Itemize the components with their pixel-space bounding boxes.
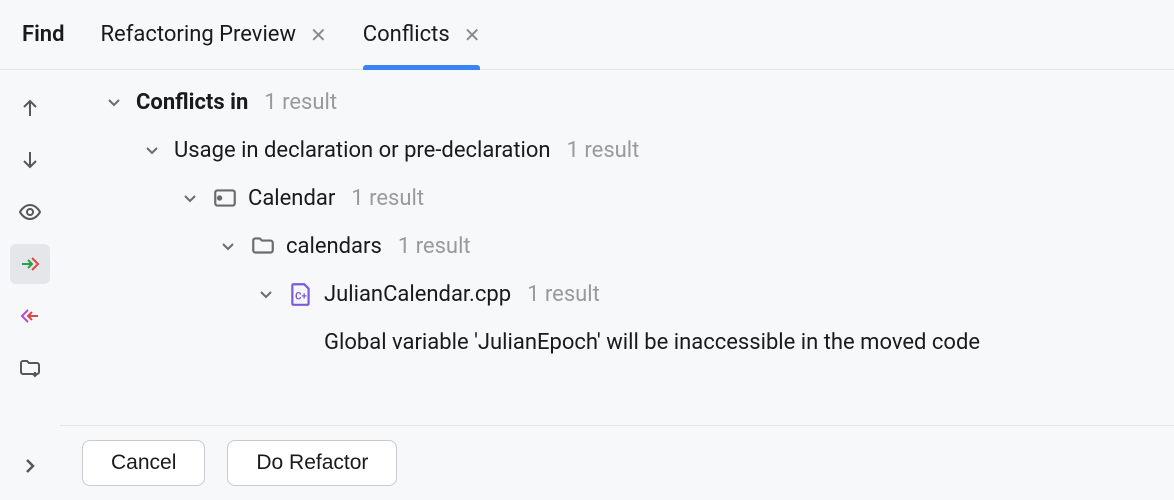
- tab-label: Find: [22, 22, 65, 47]
- main-area: Conflicts in 1 result Usage in declarati…: [0, 70, 1174, 500]
- arrow-up-icon[interactable]: [10, 88, 50, 128]
- chevron-down-icon[interactable]: [178, 190, 202, 206]
- tab-bar: Find Refactoring Preview ✕ Conflicts ✕: [0, 0, 1174, 70]
- tab-conflicts[interactable]: Conflicts ✕: [363, 0, 481, 69]
- result-count: 1 result: [527, 282, 600, 307]
- chevron-down-icon[interactable]: [102, 94, 126, 110]
- tree-file-node[interactable]: C+ JulianCalendar.cpp 1 result: [60, 270, 1166, 318]
- tab-label: Conflicts: [363, 22, 450, 47]
- expand-panel-icon[interactable]: [10, 446, 50, 486]
- import-icon[interactable]: [10, 244, 50, 284]
- footer-buttons: Cancel Do Refactor: [60, 425, 1174, 500]
- module-icon: [212, 185, 238, 211]
- tree-file-label: JulianCalendar.cpp: [324, 282, 511, 307]
- chevron-down-icon[interactable]: [216, 238, 240, 254]
- content-area: Conflicts in 1 result Usage in declarati…: [60, 70, 1174, 500]
- tree-folder-node[interactable]: calendars 1 result: [60, 222, 1166, 270]
- tree-root-label: Conflicts in: [136, 90, 248, 115]
- chevron-down-icon[interactable]: [254, 286, 278, 302]
- side-toolbar: [0, 70, 60, 500]
- conflict-tree: Conflicts in 1 result Usage in declarati…: [60, 78, 1174, 425]
- tree-root[interactable]: Conflicts in 1 result: [60, 78, 1166, 126]
- close-icon[interactable]: ✕: [310, 25, 327, 45]
- result-count: 1 result: [398, 234, 471, 259]
- result-count: 1 result: [264, 90, 337, 115]
- result-count: 1 result: [351, 186, 424, 211]
- folder-filter-icon[interactable]: [10, 348, 50, 388]
- arrow-down-icon[interactable]: [10, 140, 50, 180]
- tab-refactoring-preview[interactable]: Refactoring Preview ✕: [101, 0, 327, 69]
- close-icon[interactable]: ✕: [464, 25, 481, 45]
- chevron-down-icon[interactable]: [140, 142, 164, 158]
- tree-module-node[interactable]: Calendar 1 result: [60, 174, 1166, 222]
- cancel-button[interactable]: Cancel: [82, 440, 205, 486]
- tree-module-label: Calendar: [248, 186, 335, 211]
- folder-icon: [250, 233, 276, 259]
- tree-folder-label: calendars: [286, 234, 382, 259]
- tab-find[interactable]: Find: [22, 0, 65, 69]
- cpp-file-icon: C+: [288, 281, 314, 307]
- tab-label: Refactoring Preview: [101, 22, 297, 47]
- tree-usage-label: Usage in declaration or pre-declaration: [174, 138, 551, 163]
- conflict-message-row[interactable]: Global variable 'JulianEpoch' will be in…: [60, 318, 1166, 366]
- svg-text:C+: C+: [295, 291, 307, 302]
- export-icon[interactable]: [10, 296, 50, 336]
- do-refactor-button[interactable]: Do Refactor: [227, 440, 397, 486]
- result-count: 1 result: [567, 138, 640, 163]
- conflict-message: Global variable 'JulianEpoch' will be in…: [324, 330, 980, 355]
- tree-usage-node[interactable]: Usage in declaration or pre-declaration …: [60, 126, 1166, 174]
- eye-icon[interactable]: [10, 192, 50, 232]
